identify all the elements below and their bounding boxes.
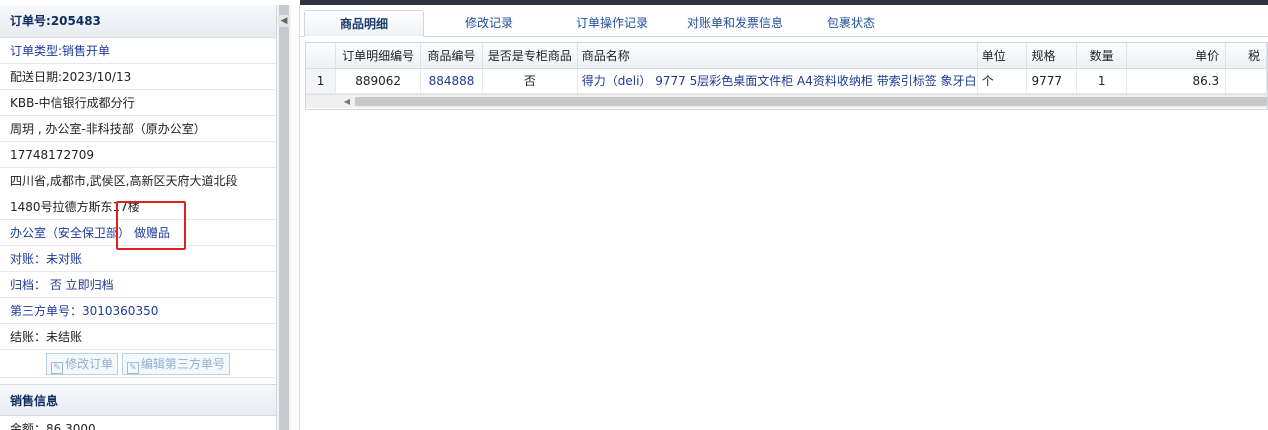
column-header[interactable]: 订单明细编号 xyxy=(335,43,422,69)
divider xyxy=(291,5,300,430)
tab-bar: 商品明细 修改记录 订单操作记录 对账单和发票信息 包裹状态 xyxy=(300,5,1268,37)
detail-id-cell: 889062 xyxy=(335,68,422,94)
row-number-header xyxy=(306,43,337,69)
row-number: 1 xyxy=(306,68,337,94)
order-number-header: 订单号:205483 xyxy=(0,5,276,38)
highlight-box xyxy=(116,201,186,250)
column-header[interactable]: 单价 xyxy=(1126,43,1227,69)
scroll-corner xyxy=(306,94,340,108)
is-counter-cell: 否 xyxy=(482,68,578,94)
edit-order-button[interactable]: ✎ 修改订单 xyxy=(46,353,119,375)
order-type-label: 订单类型: xyxy=(10,44,63,58)
edit-icon: ✎ xyxy=(51,362,64,374)
panel-splitter[interactable]: ◀ xyxy=(277,5,291,430)
splitter-bar[interactable] xyxy=(279,5,289,430)
settlement-status: 结账：未结账 xyxy=(0,324,276,350)
sales-amount: 金额：86.3000 xyxy=(0,416,276,430)
column-header[interactable]: 税 xyxy=(1225,43,1267,69)
tab-order-operation-log[interactable]: 订单操作记录 xyxy=(552,10,672,37)
qty-cell: 1 xyxy=(1076,68,1127,94)
sales-info-header: 销售信息 xyxy=(0,384,276,416)
tab-modify-log[interactable]: 修改记录 xyxy=(430,10,548,37)
edit-third-party-label: 编辑第三方单号 xyxy=(140,357,225,371)
third-party-number: 第三方单号：3010360350 xyxy=(0,298,276,324)
horizontal-scrollbar[interactable]: ◀ xyxy=(340,94,1267,108)
column-header[interactable]: 单位 xyxy=(977,43,1028,69)
table-row[interactable]: 1 889062 884888 否 得力（deli） 9777 5层彩色桌面文件… xyxy=(306,68,1267,94)
unit-cell: 个 xyxy=(977,68,1028,94)
table-header-row: 订单明细编号 商品编号 是否是专柜商品 商品名称 单位 规格 数量 单价 税 xyxy=(306,43,1267,69)
tab-statement-invoice[interactable]: 对账单和发票信息 xyxy=(676,10,794,37)
tab-product-details[interactable]: 商品明细 xyxy=(304,10,424,37)
scroll-left-icon[interactable]: ◀ xyxy=(340,95,354,108)
product-id-link[interactable]: 884888 xyxy=(420,68,483,94)
edit-third-party-button[interactable]: ✎ 编辑第三方单号 xyxy=(121,353,230,375)
tax-cell xyxy=(1225,68,1267,94)
order-type-value: 销售开单 xyxy=(62,44,111,58)
edit-icon: ✎ xyxy=(126,362,139,374)
column-header[interactable]: 商品编号 xyxy=(420,43,483,69)
phone-number: 17748172709 xyxy=(0,142,276,168)
edit-order-label: 修改订单 xyxy=(65,357,114,371)
product-name-link[interactable]: 得力（deli） 9777 5层彩色桌面文件柜 A4资料收纳柜 带索引标签 象牙… xyxy=(577,68,978,94)
order-type-row: 订单类型:销售开单 xyxy=(0,38,276,64)
product-grid: 订单明细编号 商品编号 是否是专柜商品 商品名称 单位 规格 数量 单价 税 1… xyxy=(305,42,1268,110)
customer-name: KBB-中信银行成都分行 xyxy=(0,90,276,116)
collapse-arrow-icon[interactable]: ◀ xyxy=(278,15,290,27)
price-cell: 86.3 xyxy=(1126,68,1227,94)
product-table: 订单明细编号 商品编号 是否是专柜商品 商品名称 单位 规格 数量 单价 税 1… xyxy=(306,43,1267,94)
contact-info: 周玥 , 办公室-非科技部（原办公室） xyxy=(0,116,276,142)
column-header[interactable]: 是否是专柜商品 xyxy=(482,43,578,69)
order-number-label: 订单号: xyxy=(10,14,51,28)
order-actions: ✎ 修改订单 ✎ 编辑第三方单号 xyxy=(0,350,276,378)
spec-cell: 9777 xyxy=(1026,68,1078,94)
archive-status[interactable]: 归档： 否 立即归档 xyxy=(0,272,276,298)
scrollbar-thumb[interactable] xyxy=(355,97,1267,106)
order-number-value: 205483 xyxy=(50,14,101,28)
column-header[interactable]: 商品名称 xyxy=(577,43,978,69)
department-text: 办公室（安全保卫部） xyxy=(10,226,131,240)
column-header[interactable]: 数量 xyxy=(1076,43,1127,69)
tab-package-status[interactable]: 包裹状态 xyxy=(796,10,906,37)
column-header[interactable]: 规格 xyxy=(1026,43,1078,69)
delivery-date: 配送日期:2023/10/13 xyxy=(0,64,276,90)
